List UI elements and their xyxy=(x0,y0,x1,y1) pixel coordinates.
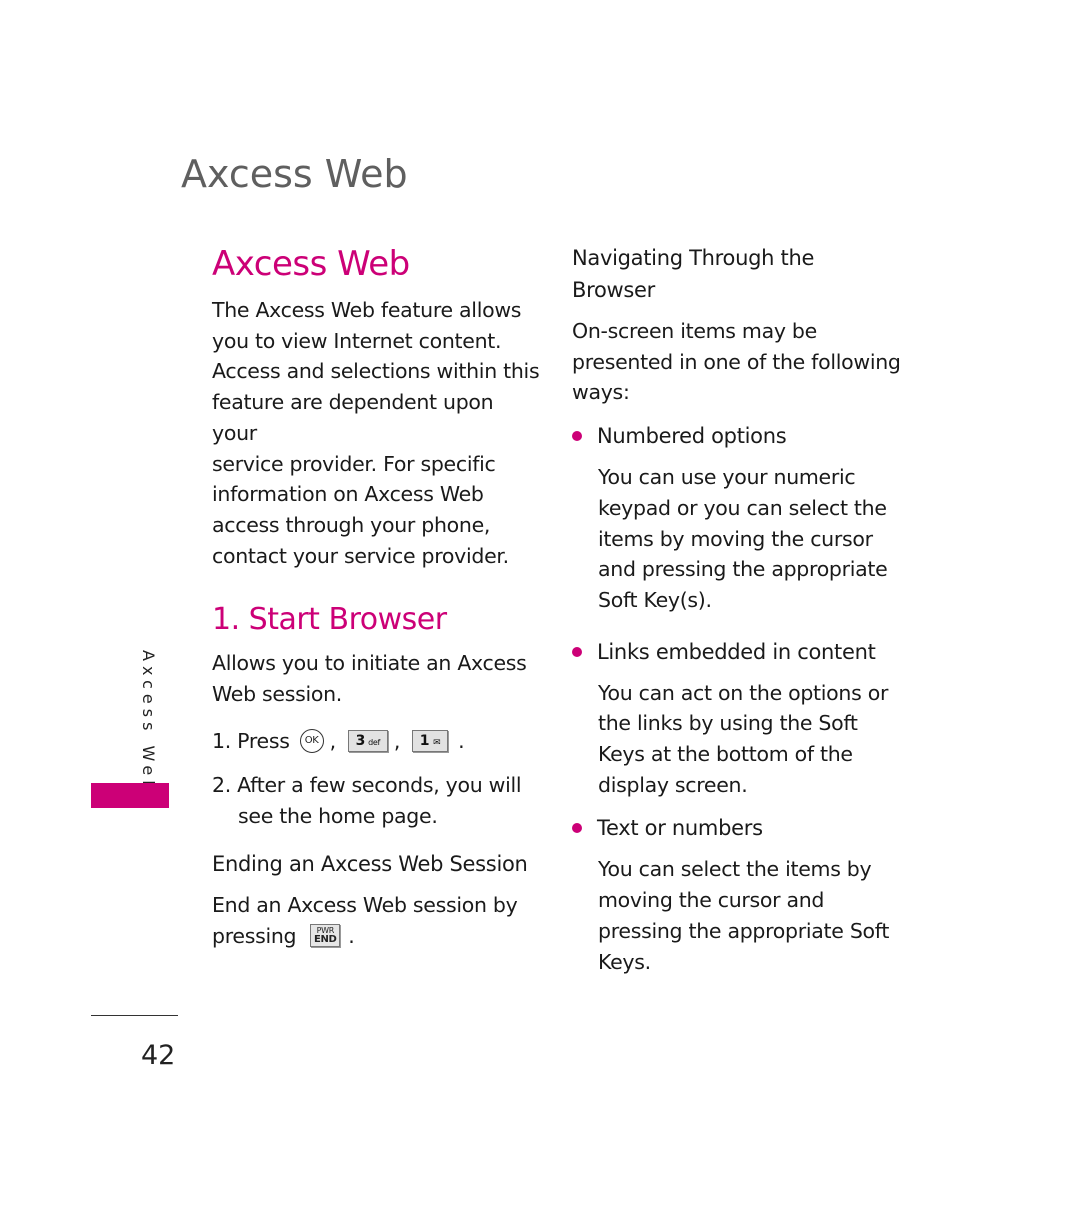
section-description: Allows you to initiate an Axcess Web ses… xyxy=(212,648,542,709)
intro-line: ways: xyxy=(572,380,630,405)
bullet-line: and pressing the appropriate xyxy=(598,557,888,582)
section-title-start-browser: 1. Start Browser xyxy=(212,602,447,638)
bullet-line: keypad or you can select the xyxy=(598,495,887,520)
bullet-line: moving the cursor and xyxy=(598,888,825,913)
comma: , xyxy=(329,728,337,753)
footer-rule xyxy=(91,1015,178,1016)
bullet-title: Text or numbers xyxy=(597,816,763,841)
end-key-bottom: END xyxy=(313,934,337,946)
comma: , xyxy=(393,728,401,753)
bullet-line: Keys. xyxy=(598,949,651,974)
bullet-line: You can select the items by xyxy=(598,857,872,882)
page-title: Axcess Web xyxy=(212,244,410,284)
bullet-title: Links embedded in content xyxy=(597,639,876,664)
end-key-icon: PWR END xyxy=(310,924,341,948)
key-1-label: 1 xyxy=(419,733,430,750)
description-line: Allows you to initiate an Axcess xyxy=(212,651,527,676)
ending-line: End an Axcess Web session by xyxy=(212,892,518,917)
ending-line-text: pressing xyxy=(212,923,297,948)
bullet-line: You can use your numeric xyxy=(598,465,856,490)
bullet-body: You can act on the options or the links … xyxy=(572,678,902,801)
key-3-sublabel: def xyxy=(368,738,381,748)
bullet-heading: Text or numbers xyxy=(572,812,902,844)
key-1-icon: 1 ✉ xyxy=(412,730,449,753)
right-column: Navigating Through the Browser On-screen… xyxy=(572,240,902,977)
intro-line: The Axcess Web feature allows xyxy=(212,298,522,322)
bullet-icon xyxy=(572,823,582,834)
bullet-numbered-options: Numbered options You can use your numeri… xyxy=(572,420,902,616)
bullet-line: pressing the appropriate Soft xyxy=(598,918,890,943)
ok-key-icon: OK xyxy=(299,729,324,754)
intro-line: service provider. For specific xyxy=(212,451,496,476)
intro-line: On-screen items may be xyxy=(572,319,817,343)
intro-line: contact your service provider. xyxy=(212,543,509,568)
bullet-icon xyxy=(572,431,582,442)
intro-line: presented in one of the following xyxy=(572,349,901,374)
voicemail-icon: ✉ xyxy=(433,738,441,749)
ending-line: pressing PWR END . xyxy=(212,921,542,952)
bullet-heading: Numbered options xyxy=(572,420,902,452)
ending-session-title: Ending an Axcess Web Session xyxy=(212,851,528,876)
bullet-line: items by moving the cursor xyxy=(598,526,873,551)
left-column: Axcess Web The Axcess Web feature allows… xyxy=(212,240,542,951)
side-tab-marker xyxy=(91,783,169,808)
period: . xyxy=(348,923,355,948)
key-3-label: 3 xyxy=(355,733,366,750)
bullet-heading: Links embedded in content xyxy=(572,636,902,668)
bullet-line: Soft Key(s). xyxy=(598,587,712,612)
step-2: 2. After a few seconds, you will see the… xyxy=(212,770,542,831)
step-2-line: see the home page. xyxy=(238,804,438,829)
navigating-title-line: Navigating Through the xyxy=(572,246,815,270)
description-line: Web session. xyxy=(212,682,343,707)
bullet-body: You can use your numeric keypad or you c… xyxy=(572,462,902,616)
step-1: 1. Press OK , 3 def , 1 ✉ . xyxy=(212,726,542,757)
bullet-line: the links by using the Soft xyxy=(598,711,858,736)
navigating-intro: On-screen items may be presented in one … xyxy=(572,316,902,408)
intro-line: feature are dependent upon your xyxy=(212,390,494,445)
page-number: 42 xyxy=(141,1040,176,1071)
bullet-icon xyxy=(572,646,582,657)
intro-line: information on Axcess Web xyxy=(212,482,484,507)
bullet-line: Keys at the bottom of the xyxy=(598,742,853,767)
side-tab-label: Axcess Web xyxy=(139,650,158,796)
bullet-title: Numbered options xyxy=(597,424,787,449)
bullet-line: You can act on the options or xyxy=(598,680,889,705)
ending-session-text: End an Axcess Web session by pressing PW… xyxy=(212,890,542,951)
intro-line: you to view Internet content. xyxy=(212,328,502,353)
bullet-line: display screen. xyxy=(598,772,748,797)
navigating-title-line: Browser xyxy=(572,278,655,302)
bullet-body: You can select the items by moving the c… xyxy=(572,854,902,977)
key-3-icon: 3 def xyxy=(347,730,388,753)
step-2-line: 2. After a few seconds, you will xyxy=(212,773,522,798)
step-1-text: 1. Press xyxy=(212,728,290,753)
intro-line: Access and selections within this xyxy=(212,359,540,384)
period: . xyxy=(458,728,465,753)
bullet-text-or-numbers: Text or numbers You can select the items… xyxy=(572,812,902,977)
bullet-links-embedded: Links embedded in content You can act on… xyxy=(572,636,902,801)
intro-line: access through your phone, xyxy=(212,512,491,537)
navigating-title: Navigating Through the Browser xyxy=(572,242,902,306)
intro-paragraph: The Axcess Web feature allows you to vie… xyxy=(212,295,542,571)
running-title: Axcess Web xyxy=(181,152,408,196)
